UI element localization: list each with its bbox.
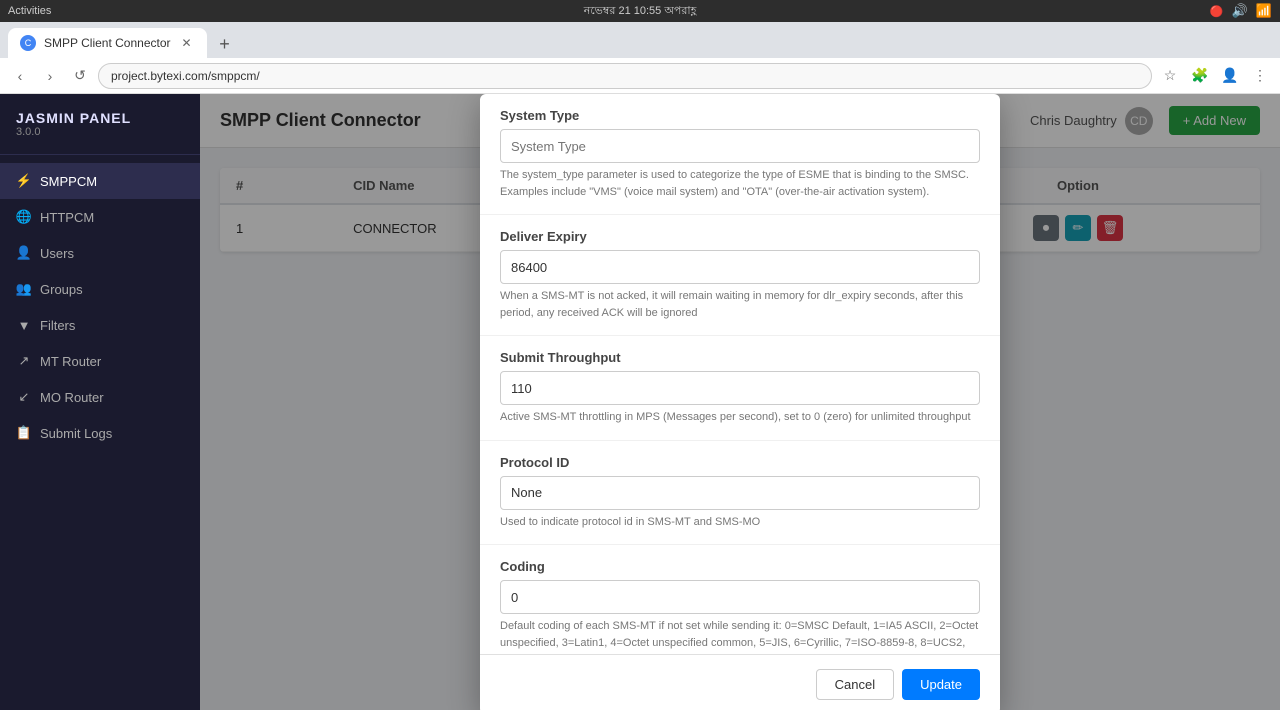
sidebar-item-users[interactable]: 👤 Users: [0, 235, 200, 271]
httpcm-label: HTTPCM: [40, 210, 94, 225]
version-text: 3.0.0: [16, 126, 184, 138]
reload-button[interactable]: ↺: [68, 64, 92, 88]
edit-modal: System Type The system_type parameter is…: [480, 94, 1000, 710]
address-bar: ‹ › ↺ ☆ 🧩 👤 ⋮: [0, 58, 1280, 94]
form-group-system-type: System Type The system_type parameter is…: [480, 94, 1000, 215]
menu-button[interactable]: ⋮: [1248, 64, 1272, 88]
system-topbar: Activities নভেম্বর 21 10:55 অপরাহ্ণ 🔴 🔊 …: [0, 0, 1280, 22]
logo-text: JASMIN PANEL: [16, 110, 184, 126]
extensions-button[interactable]: 🧩: [1188, 64, 1212, 88]
label-coding: Coding: [500, 559, 980, 574]
input-deliver-expiry[interactable]: [500, 250, 980, 284]
form-group-protocol-id: Protocol ID Used to indicate protocol id…: [480, 441, 1000, 546]
input-system-type[interactable]: [500, 129, 980, 163]
new-tab-button[interactable]: +: [211, 30, 239, 58]
url-input[interactable]: [98, 63, 1152, 89]
mt-router-icon: ↗: [16, 353, 32, 369]
groups-icon: 👥: [16, 281, 32, 297]
mo-router-label: MO Router: [40, 390, 104, 405]
sidebar-item-filters[interactable]: ▼ Filters: [0, 307, 200, 343]
tray-icon-1: 🔊: [1232, 3, 1248, 19]
label-protocol-id: Protocol ID: [500, 455, 980, 470]
sidebar-item-mo-router[interactable]: ↙ MO Router: [0, 379, 200, 415]
tab-bar: C SMPP Client Connector ✕ +: [0, 22, 1280, 58]
label-system-type: System Type: [500, 108, 980, 123]
help-submit-throughput: Active SMS-MT throttling in MPS (Message…: [500, 409, 980, 426]
sidebar-item-mt-router[interactable]: ↗ MT Router: [0, 343, 200, 379]
datetime: নভেম্বর 21 10:55 অপরাহ্ণ: [584, 2, 697, 21]
form-group-submit-throughput: Submit Throughput Active SMS-MT throttli…: [480, 336, 1000, 441]
users-label: Users: [40, 246, 74, 261]
label-submit-throughput: Submit Throughput: [500, 350, 980, 365]
tab-favicon: C: [20, 35, 36, 51]
activities-label[interactable]: Activities: [8, 5, 51, 17]
system-tray: 🔴 🔊 📶: [1210, 3, 1272, 19]
submit-logs-label: Submit Logs: [40, 426, 112, 441]
mo-router-icon: ↙: [16, 389, 32, 405]
input-protocol-id[interactable]: [500, 476, 980, 510]
tray-icon-2: 📶: [1256, 3, 1272, 19]
smppcm-label: SMPPCM: [40, 174, 97, 189]
mt-router-label: MT Router: [40, 354, 101, 369]
update-button[interactable]: Update: [902, 669, 980, 700]
tab-close-button[interactable]: ✕: [179, 35, 195, 51]
filters-label: Filters: [40, 318, 75, 333]
cancel-button[interactable]: Cancel: [816, 669, 894, 700]
modal-footer: Cancel Update: [480, 654, 1000, 710]
sidebar-item-submit-logs[interactable]: 📋 Submit Logs: [0, 415, 200, 451]
label-deliver-expiry: Deliver Expiry: [500, 229, 980, 244]
sidebar-logo: JASMIN PANEL 3.0.0: [0, 94, 200, 155]
bookmark-button[interactable]: ☆: [1158, 64, 1182, 88]
main-content: SMPP Client Connector Chris Daughtry CD …: [200, 94, 1280, 710]
sidebar-nav: ⚡ SMPPCM 🌐 HTTPCM 👤 Users 👥 Groups ▼: [0, 155, 200, 710]
users-icon: 👤: [16, 245, 32, 261]
input-submit-throughput[interactable]: [500, 371, 980, 405]
sidebar: JASMIN PANEL 3.0.0 ⚡ SMPPCM 🌐 HTTPCM 👤 U…: [0, 94, 200, 710]
httpcm-icon: 🌐: [16, 209, 32, 225]
sidebar-item-smppcm[interactable]: ⚡ SMPPCM: [0, 163, 200, 199]
modal-body: System Type The system_type parameter is…: [480, 94, 1000, 710]
help-protocol-id: Used to indicate protocol id in SMS-MT a…: [500, 514, 980, 531]
sidebar-item-httpcm[interactable]: 🌐 HTTPCM: [0, 199, 200, 235]
help-system-type: The system_type parameter is used to cat…: [500, 167, 980, 200]
help-deliver-expiry: When a SMS-MT is not acked, it will rema…: [500, 288, 980, 321]
groups-label: Groups: [40, 282, 83, 297]
tray-indicator: 🔴: [1210, 5, 1224, 18]
forward-button[interactable]: ›: [38, 64, 62, 88]
tab-title: SMPP Client Connector: [44, 36, 171, 50]
profile-button[interactable]: 👤: [1218, 64, 1242, 88]
browser-tab[interactable]: C SMPP Client Connector ✕: [8, 28, 207, 58]
modal-overlay: System Type The system_type parameter is…: [200, 94, 1280, 710]
smppcm-icon: ⚡: [16, 173, 32, 189]
form-group-deliver-expiry: Deliver Expiry When a SMS-MT is not acke…: [480, 215, 1000, 336]
sidebar-item-groups[interactable]: 👥 Groups: [0, 271, 200, 307]
back-button[interactable]: ‹: [8, 64, 32, 88]
filters-icon: ▼: [16, 317, 32, 333]
input-coding[interactable]: [500, 580, 980, 614]
page-wrapper: JASMIN PANEL 3.0.0 ⚡ SMPPCM 🌐 HTTPCM 👤 U…: [0, 94, 1280, 710]
submit-logs-icon: 📋: [16, 425, 32, 441]
